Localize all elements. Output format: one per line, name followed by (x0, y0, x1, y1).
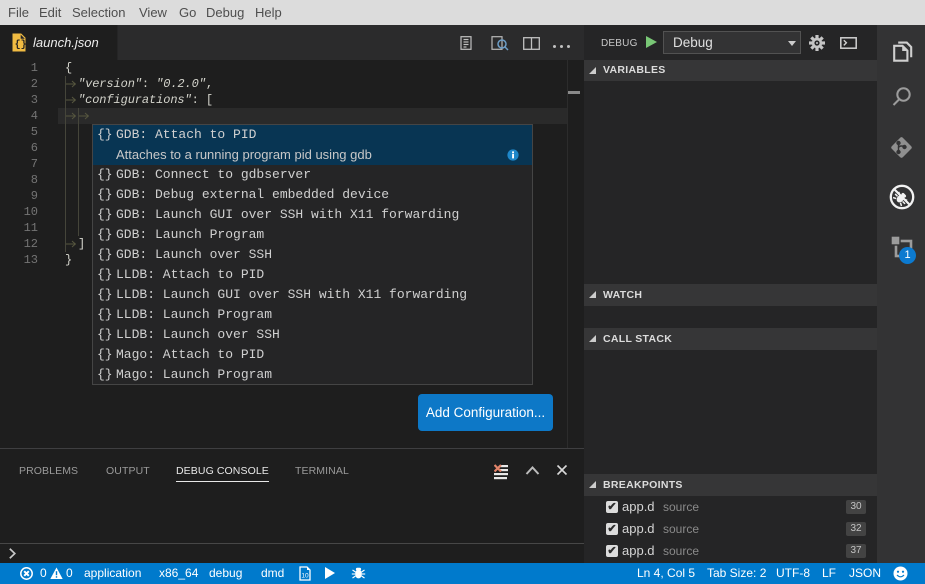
svg-text:10: 10 (301, 573, 309, 580)
svg-text:{}: {} (15, 39, 26, 51)
